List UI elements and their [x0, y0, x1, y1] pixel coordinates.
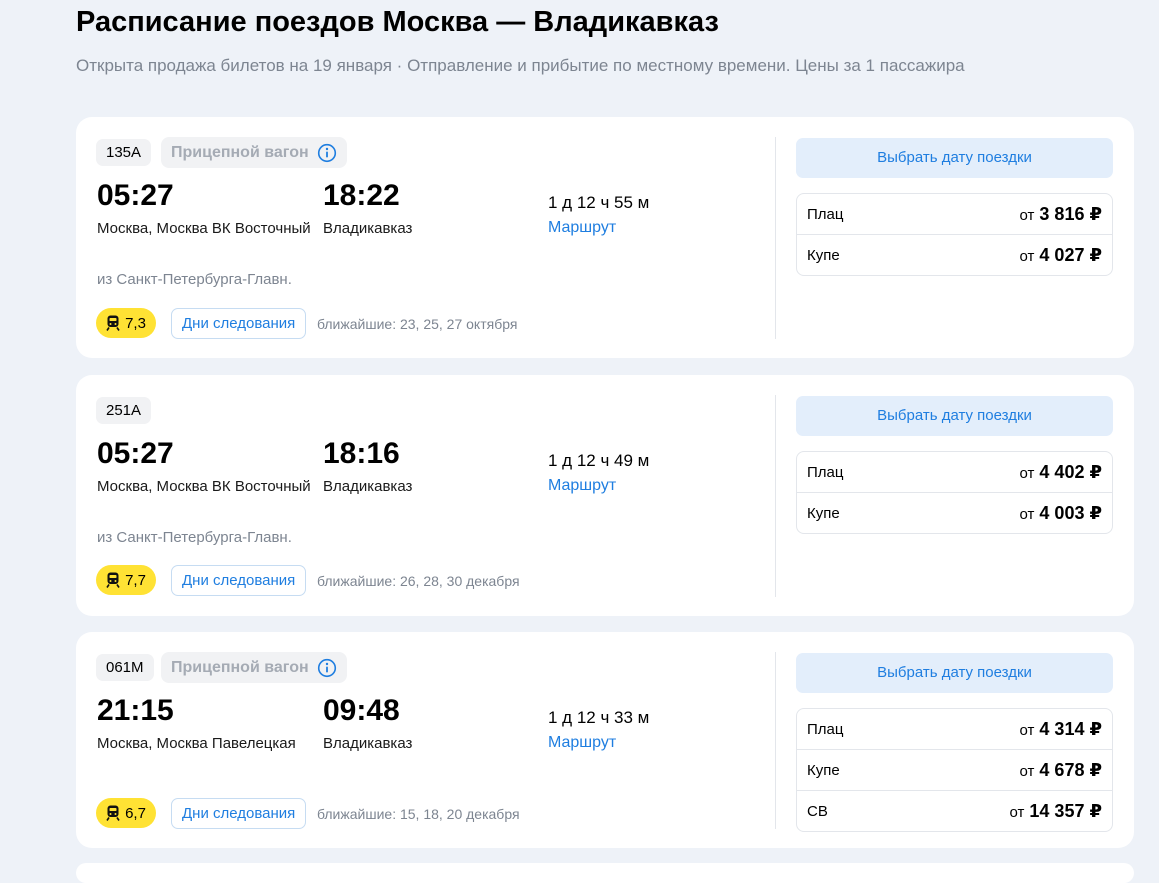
wagon-badge-label: Прицепной вагон: [171, 658, 309, 676]
train-card: 061М Прицепной вагон 21:15 Москва, Москв…: [76, 632, 1134, 848]
info-icon[interactable]: [317, 658, 337, 678]
train-card: 251А 05:27 Москва, Москва ВК Восточный и…: [76, 375, 1134, 616]
price-amount: 14 357 ₽: [1029, 800, 1102, 821]
rating-value: 7,3: [125, 314, 146, 332]
arrival-station: Владикавказ: [323, 735, 413, 752]
wagon-badge: Прицепной вагон: [161, 137, 347, 168]
price-from: от: [1009, 803, 1025, 821]
train-number-badge: 251А: [96, 397, 152, 424]
wagon-badge-label: Прицепной вагон: [171, 143, 309, 161]
arrival-time: 09:48: [323, 694, 400, 727]
trip-duration: 1 д 12 ч 55 м: [548, 193, 650, 212]
info-icon[interactable]: [317, 143, 337, 163]
train-number-badge: 135А: [96, 139, 152, 166]
price-amount: 3 816 ₽: [1039, 203, 1102, 224]
price-list: Плац от 3 816 ₽ Купе от 4 027 ₽: [796, 193, 1113, 276]
days-schedule-button[interactable]: Дни следования: [171, 565, 307, 596]
nearest-dates: ближайшие: 26, 28, 30 декабря: [317, 573, 520, 589]
rating-badge: 7,3: [96, 308, 156, 338]
choose-date-button[interactable]: Выбрать дату поездки: [796, 653, 1113, 693]
days-schedule-button[interactable]: Дни следования: [171, 798, 307, 829]
card-divider: [775, 395, 776, 597]
price-class: Купе: [807, 246, 840, 264]
departure-time: 21:15: [97, 694, 174, 727]
price-class: Плац: [807, 720, 844, 738]
price-amount: 4 402 ₽: [1039, 461, 1102, 482]
price-from: от: [1019, 206, 1035, 224]
departure-time: 05:27: [97, 179, 174, 212]
card-divider: [775, 652, 776, 829]
route-link[interactable]: Маршрут: [548, 219, 616, 237]
arrival-time: 18:22: [323, 179, 400, 212]
price-class: СВ: [807, 802, 828, 820]
price-value: от 4 678 ₽: [1020, 760, 1102, 781]
price-amount: 4 314 ₽: [1039, 718, 1102, 739]
price-value: от 4 027 ₽: [1020, 245, 1102, 266]
price-class: Плац: [807, 205, 844, 223]
arrival-time: 18:16: [323, 437, 400, 470]
departure-time: 05:27: [97, 437, 174, 470]
origin-station: из Санкт-Петербурга-Главн.: [97, 529, 292, 546]
price-row[interactable]: Купе от 4 003 ₽: [797, 492, 1112, 533]
price-amount: 4 027 ₽: [1039, 244, 1102, 265]
train-card: 135А Прицепной вагон 05:27 Москва, Москв…: [76, 117, 1134, 358]
nearest-dates: ближайшие: 23, 25, 27 октября: [317, 316, 518, 332]
train-icon: [106, 805, 120, 821]
price-value: от 4 003 ₽: [1020, 503, 1102, 524]
card-divider: [775, 137, 776, 339]
departure-station: Москва, Москва Павелецкая: [97, 735, 296, 752]
price-from: от: [1019, 247, 1035, 265]
price-list: Плац от 4 314 ₽ Купе от 4 678 ₽ СВ от 14…: [796, 708, 1113, 832]
price-from: от: [1019, 762, 1035, 780]
train-number-badge: 061М: [96, 654, 154, 681]
price-row[interactable]: СВ от 14 357 ₽: [797, 790, 1112, 831]
price-row[interactable]: Плац от 4 402 ₽: [797, 452, 1112, 492]
price-row[interactable]: Купе от 4 678 ₽: [797, 749, 1112, 790]
price-row[interactable]: Плац от 3 816 ₽: [797, 194, 1112, 234]
page-subtitle: Открыта продажа билетов на 19 января · О…: [76, 56, 965, 75]
price-row[interactable]: Купе от 4 027 ₽: [797, 234, 1112, 275]
price-value: от 14 357 ₽: [1010, 801, 1102, 822]
price-from: от: [1019, 721, 1035, 739]
page-title: Расписание поездов Москва — Владикавказ: [76, 6, 719, 38]
price-from: от: [1019, 464, 1035, 482]
trip-duration: 1 д 12 ч 49 м: [548, 451, 650, 470]
nearest-dates: ближайшие: 15, 18, 20 декабря: [317, 806, 520, 822]
days-schedule-button[interactable]: Дни следования: [171, 308, 307, 339]
rating-badge: 7,7: [96, 565, 156, 595]
train-icon: [106, 315, 120, 331]
price-value: от 4 314 ₽: [1020, 719, 1102, 740]
price-value: от 3 816 ₽: [1020, 204, 1102, 225]
price-class: Купе: [807, 761, 840, 779]
choose-date-button[interactable]: Выбрать дату поездки: [796, 138, 1113, 178]
trip-duration: 1 д 12 ч 33 м: [548, 708, 650, 727]
wagon-badge: Прицепной вагон: [161, 652, 347, 683]
price-class: Плац: [807, 463, 844, 481]
origin-station: из Санкт-Петербурга-Главн.: [97, 271, 292, 288]
departure-station: Москва, Москва ВК Восточный: [97, 220, 311, 237]
departure-station: Москва, Москва ВК Восточный: [97, 478, 311, 495]
arrival-station: Владикавказ: [323, 478, 413, 495]
rating-badge: 6,7: [96, 798, 156, 828]
rating-value: 7,7: [125, 571, 146, 589]
route-link[interactable]: Маршрут: [548, 734, 616, 752]
price-amount: 4 003 ₽: [1039, 502, 1102, 523]
price-class: Купе: [807, 504, 840, 522]
rating-value: 6,7: [125, 804, 146, 822]
arrival-station: Владикавказ: [323, 220, 413, 237]
price-row[interactable]: Плац от 4 314 ₽: [797, 709, 1112, 749]
price-amount: 4 678 ₽: [1039, 759, 1102, 780]
price-list: Плац от 4 402 ₽ Купе от 4 003 ₽: [796, 451, 1113, 534]
route-link[interactable]: Маршрут: [548, 477, 616, 495]
train-icon: [106, 572, 120, 588]
price-from: от: [1019, 505, 1035, 523]
choose-date-button[interactable]: Выбрать дату поездки: [796, 396, 1113, 436]
next-train-card: [76, 863, 1134, 883]
price-value: от 4 402 ₽: [1020, 462, 1102, 483]
